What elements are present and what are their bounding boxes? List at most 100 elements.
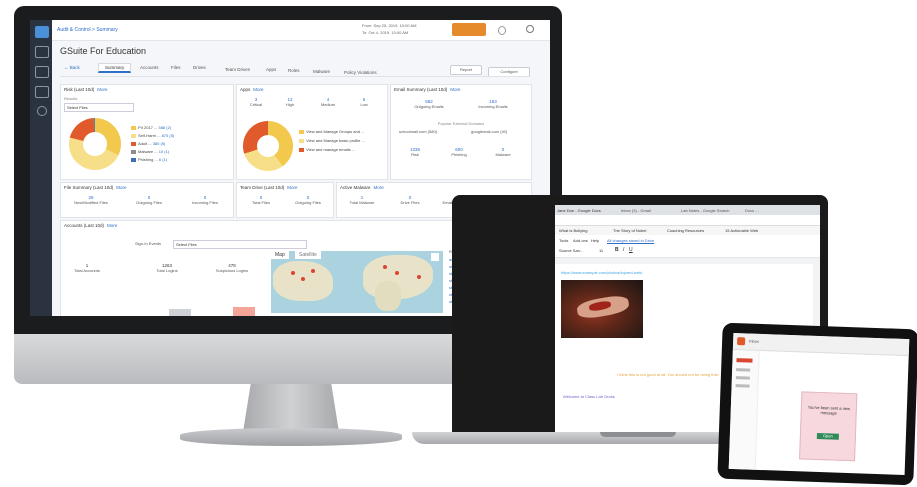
alerts-button[interactable] [452, 23, 486, 36]
email-summary-more-link[interactable]: More [450, 87, 460, 92]
accounts-more-link[interactable]: More [107, 223, 117, 228]
sign-in-events-select[interactable]: Select Files [173, 240, 307, 249]
outgoing-files-stat[interactable]: 0 Outgoing Files [121, 195, 177, 205]
risk-legend-item[interactable]: Malware ... 10 (1) [131, 149, 169, 154]
mail-folder-item[interactable] [736, 358, 753, 363]
mail-folder-item[interactable] [735, 376, 750, 380]
app-logo-icon[interactable] [35, 26, 49, 38]
bookmark-item[interactable]: The Story of Nobel [613, 228, 646, 233]
risk-more-link[interactable]: More [97, 87, 107, 92]
apps-high-stat[interactable]: 12 High [275, 97, 305, 107]
mail-folder-item[interactable] [735, 384, 750, 388]
team-drive-more-link[interactable]: More [287, 185, 297, 190]
back-link[interactable]: ← Back [64, 65, 80, 70]
risk-legend-item[interactable]: Phishing ... 6 (1) [131, 157, 167, 162]
file-summary-more-link[interactable]: More [116, 185, 126, 190]
risk-donut-chart[interactable] [69, 118, 121, 170]
team-total-files-stat[interactable]: 0 Total Files [239, 195, 283, 205]
total-accounts-stat[interactable]: 1 Total Accounts [67, 263, 107, 273]
italic-button[interactable]: I [623, 247, 624, 253]
help-icon[interactable] [498, 26, 506, 35]
apps-legend-item[interactable]: View and manage emails ... [299, 147, 355, 152]
team-outgoing-files-stat[interactable]: 0 Outgoing Files [285, 195, 331, 205]
bookmark-item[interactable]: What is Bullying [559, 228, 587, 233]
active-malware-more-link[interactable]: More [374, 185, 384, 190]
settings-icon[interactable] [37, 106, 47, 116]
dashboard-icon[interactable] [35, 46, 49, 58]
bookmark-item[interactable]: Coaching Resources [667, 228, 704, 233]
reports-icon[interactable] [35, 66, 49, 78]
menu-addons[interactable]: Add-ons [573, 238, 588, 243]
login-map[interactable]: Map Satellite [271, 251, 443, 313]
total-logins-stat[interactable]: 1263 Total Logins [145, 263, 189, 273]
font-size-select[interactable]: 11 [599, 248, 603, 253]
underline-button[interactable]: U [629, 247, 633, 253]
doc-link[interactable]: https://www.example.com/photos/injured-w… [561, 270, 642, 275]
risk-legend-item[interactable]: Self-Harm ... 870 (5) [131, 133, 174, 138]
apps-legend-item[interactable]: View and Manage Groups and ... [299, 129, 364, 134]
apps-more-link[interactable]: More [253, 87, 263, 92]
browser-tab[interactable]: Docs ... [745, 208, 785, 213]
risk-legend-item[interactable]: PII 2017 ... 588 (2) [131, 125, 171, 130]
bookmark-item[interactable]: 15 Actionable Web [725, 228, 758, 233]
outgoing-emails-stat[interactable]: 582 Outgoing Emails [401, 99, 457, 109]
popular-domain-item[interactable]: googlemail.com (40) [471, 129, 507, 134]
menu-help[interactable]: Help [591, 238, 599, 243]
mail-folder-item[interactable] [736, 368, 751, 372]
tab-team-drives[interactable]: Team Drives [225, 67, 250, 72]
date-from[interactable]: From: Sep 25, 2019, 10:00 AM [362, 23, 416, 28]
user-avatar-icon[interactable] [526, 25, 534, 33]
apps-medium-stat[interactable]: 4 Medium [313, 97, 343, 107]
incoming-emails-stat[interactable]: 153 Incoming Emails [465, 99, 521, 109]
risk-filter-select[interactable]: Select Files [64, 103, 134, 112]
email-malware-stat[interactable]: 0 Malware [485, 147, 521, 157]
apps-donut-chart[interactable] [243, 121, 293, 171]
email-phishing-stat[interactable]: 600 Phishing [441, 147, 477, 157]
message-open-button[interactable]: Open [816, 432, 839, 440]
tab-accounts[interactable]: Accounts [140, 65, 159, 70]
tab-files[interactable]: Files [171, 65, 181, 70]
mail-logo-icon[interactable] [737, 337, 746, 346]
date-to[interactable]: To: Oct 4, 2019, 10:00 AM [362, 30, 408, 35]
doc-text-blue[interactable]: Welcome to Class Lab Gross [563, 394, 615, 399]
breadcrumb[interactable]: Audit & Control > Summary [57, 27, 118, 33]
font-family-select[interactable]: Source San... [559, 248, 583, 253]
tab-apps[interactable]: Apps [266, 67, 276, 72]
tab-policy-violations[interactable]: Policy Violations [344, 70, 377, 75]
message-card[interactable]: You've been sent a new message Open [799, 391, 858, 462]
map-marker[interactable] [395, 271, 399, 275]
doc-embedded-photo[interactable] [561, 280, 643, 338]
map-marker[interactable] [383, 265, 387, 269]
map-marker[interactable] [301, 277, 305, 281]
network-icon[interactable] [35, 86, 49, 98]
risk-legend-item[interactable]: Adult ... 380 (5) [131, 141, 165, 146]
tab-summary[interactable]: Summary [98, 63, 132, 73]
doc-text-orange[interactable]: I think this is not good at all. You sho… [617, 372, 719, 377]
report-button[interactable]: Report [450, 65, 482, 75]
map-tab[interactable]: Map [271, 251, 289, 259]
satellite-tab[interactable]: Satellite [295, 251, 321, 259]
map-marker[interactable] [291, 271, 295, 275]
tab-roles[interactable]: Roles [288, 68, 300, 73]
bold-button[interactable]: B [615, 247, 619, 253]
drive-files-stat[interactable]: 0 Drive Files [387, 195, 433, 205]
incoming-files-stat[interactable]: 0 Incoming Files [177, 195, 233, 205]
popular-domain-item[interactable]: schoolmail.com (580) [399, 129, 437, 134]
tab-drives[interactable]: Drives [193, 65, 206, 70]
apps-critical-stat[interactable]: 3 Critical [241, 97, 271, 107]
total-malware-stat[interactable]: 1 Total Malware [339, 195, 385, 205]
browser-tab[interactable]: Inbox (3) - Gmail [621, 208, 677, 213]
browser-tab[interactable]: Jane Doe - Google Docs [557, 208, 617, 213]
tab-malware[interactable]: Malware [313, 69, 330, 74]
map-marker[interactable] [311, 269, 315, 273]
menu-tools[interactable]: Tools [559, 238, 568, 243]
map-fullscreen-icon[interactable] [431, 253, 439, 261]
map-marker[interactable] [417, 275, 421, 279]
browser-tab[interactable]: Lab Notes - Google Search [681, 208, 741, 213]
new-modified-files-stat[interactable]: 28 New/Modified Files [63, 195, 119, 205]
apps-low-stat[interactable]: 6 Low [349, 97, 379, 107]
email-risk-stat[interactable]: 1336 Risk [397, 147, 433, 157]
address-bar[interactable] [555, 215, 820, 226]
apps-legend-item[interactable]: View and Manage basic profile ... [299, 138, 365, 143]
suspicious-logins-stat[interactable]: 478 Suspicious Logins [207, 263, 257, 273]
